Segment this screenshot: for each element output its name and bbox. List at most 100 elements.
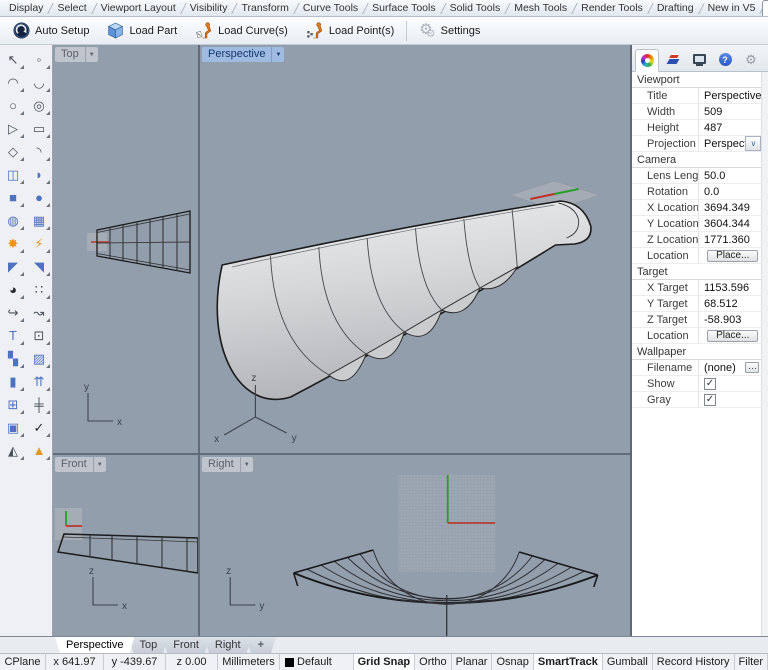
menu-tab[interactable]: Viewport Layout <box>94 0 183 16</box>
auto-setup-button[interactable]: Auto Setup <box>4 19 98 43</box>
select-tool[interactable]: ↖ <box>0 48 26 71</box>
menu-tab[interactable]: Display <box>2 0 50 16</box>
status-toggle[interactable]: SmartTrack <box>534 654 603 670</box>
settings-button[interactable]: ⚙ ⚙ Settings <box>410 19 489 43</box>
load-part-button[interactable]: Load Part <box>98 19 186 43</box>
viewport-top[interactable]: Top ▼ <box>53 45 198 453</box>
viewport-right-menu-arrow[interactable]: ▼ <box>240 457 253 472</box>
projection-dropdown-arrow[interactable]: ∨ <box>745 136 761 151</box>
browse-button[interactable]: … <box>745 362 759 373</box>
viewport-front[interactable]: Front ▼ z x <box>53 455 198 636</box>
boolean-union-tool[interactable]: ◕ <box>0 278 26 301</box>
y-target-value[interactable]: 68.512 <box>698 296 761 311</box>
rotation-value[interactable]: 0.0 <box>698 184 761 199</box>
status-toggle[interactable]: Osnap <box>492 654 533 670</box>
z-location-value[interactable]: 1771.360 <box>698 232 761 247</box>
lens-length-value[interactable]: 50.0 <box>698 168 761 183</box>
array-tool[interactable]: ▨ <box>26 347 52 370</box>
control-point-curve-tool[interactable]: ◡ <box>26 71 52 94</box>
target-place-button[interactable]: Place... <box>707 330 758 342</box>
ellipse-tool[interactable]: ◎ <box>26 94 52 117</box>
mesh-box-tool[interactable]: ▦ <box>26 209 52 232</box>
new-viewport-tab-button[interactable]: + <box>246 637 276 653</box>
units-button[interactable]: Millimeters <box>218 654 280 670</box>
cone-tool[interactable]: ◭ <box>0 439 26 462</box>
viewport-tab[interactable]: Front <box>162 637 210 653</box>
menu-tab[interactable]: Transform <box>234 0 295 16</box>
viewport-top-title[interactable]: Top <box>55 47 85 62</box>
menu-tab[interactable]: Mesh Tools <box>507 0 574 16</box>
viewport-perspective-title[interactable]: Perspective <box>202 47 271 62</box>
y-location-value[interactable]: 3604.344 <box>698 216 761 231</box>
polygon-tool[interactable]: ◇ <box>0 140 26 163</box>
rectangular-array-tool[interactable]: ⊞ <box>0 393 26 416</box>
viewport-right[interactable]: Right ▼ <box>200 455 630 636</box>
menu-tab[interactable]: New in V5 <box>701 0 763 16</box>
viewport-perspective[interactable]: Perspective ▼ <box>200 45 630 453</box>
current-layer-button[interactable]: Default <box>280 654 354 670</box>
status-toggle[interactable]: Ortho <box>415 654 452 670</box>
status-toggle[interactable]: Planar <box>452 654 493 670</box>
menu-tab[interactable]: Select <box>50 0 93 16</box>
menu-tab[interactable]: Surface Tools <box>365 0 442 16</box>
load-curves-button[interactable]: Load Curve(s) <box>186 19 297 43</box>
viewport-tab[interactable]: Right <box>204 637 252 653</box>
load-points-button[interactable]: Load Point(s) <box>297 19 403 43</box>
layers-tab[interactable] <box>661 48 685 71</box>
viewport-front-menu-arrow[interactable]: ▼ <box>93 457 106 472</box>
fillet-curve-tool[interactable]: ↪ <box>0 301 26 324</box>
copy-tool[interactable]: ▣ <box>0 416 26 439</box>
width-value[interactable]: 509 <box>698 104 761 119</box>
viewport-tab[interactable]: Top <box>128 637 168 653</box>
title-value[interactable]: Perspective <box>698 88 761 103</box>
sphere-tool[interactable]: ● <box>26 186 52 209</box>
x-target-value[interactable]: 1153.596 <box>698 280 761 295</box>
point-tool[interactable]: ◦ <box>26 48 52 71</box>
status-toggle[interactable]: Grid Snap <box>354 654 416 670</box>
gray-checkbox[interactable]: ✓ <box>704 394 716 406</box>
cplane-button[interactable]: CPlane <box>0 654 46 670</box>
viewport-perspective-menu-arrow[interactable]: ▼ <box>271 47 284 62</box>
explode-tool[interactable]: ✸ <box>0 232 26 255</box>
viewport-right-title[interactable]: Right <box>202 457 240 472</box>
text-tool[interactable]: T <box>0 324 26 347</box>
status-toggle[interactable]: Filter <box>735 654 768 670</box>
check-tool[interactable]: ✓ <box>26 416 52 439</box>
arc-tool[interactable]: ▷ <box>0 117 26 140</box>
filename-value[interactable]: (none) … <box>698 360 761 375</box>
menu-tab[interactable]: Drafting <box>650 0 701 16</box>
rectangle-tool[interactable]: ▭ <box>26 117 52 140</box>
viewport-top-menu-arrow[interactable]: ▼ <box>85 47 98 62</box>
polyline-tool[interactable]: ◠ <box>0 71 26 94</box>
split-tool[interactable]: ◥ <box>26 255 52 278</box>
show-checkbox[interactable]: ✓ <box>704 378 716 390</box>
surface-from-points-tool[interactable]: ◫ <box>0 163 26 186</box>
z-target-value[interactable]: -58.903 <box>698 312 761 327</box>
panel-scrollbar[interactable] <box>761 72 768 636</box>
linear-array-tool[interactable]: ╪ <box>26 393 52 416</box>
group-tool[interactable]: ▚ <box>0 347 26 370</box>
x-location-value[interactable]: 3694.349 <box>698 200 761 215</box>
torus-tool[interactable]: ◍ <box>0 209 26 232</box>
menu-tab[interactable]: RoboDK <box>762 0 768 16</box>
menu-tab[interactable]: Curve Tools <box>296 0 365 16</box>
viewport-front-title[interactable]: Front <box>55 457 93 472</box>
display-tab[interactable] <box>687 48 711 71</box>
height-value[interactable]: 487 <box>698 120 761 135</box>
menu-tab[interactable]: Visibility <box>183 0 235 16</box>
solid-union-tool[interactable]: ▮ <box>0 370 26 393</box>
properties-tab[interactable] <box>635 49 659 72</box>
help-tab[interactable]: ? <box>713 48 737 71</box>
blast-tool[interactable]: ⚡ <box>26 232 52 255</box>
projection-select[interactable]: Perspecti... ∨ <box>698 136 761 151</box>
menu-tab[interactable]: Solid Tools <box>443 0 508 16</box>
freeform-curve-tool[interactable]: ◝ <box>26 140 52 163</box>
status-toggle[interactable]: Gumball <box>603 654 653 670</box>
camera-place-button[interactable]: Place... <box>707 250 758 262</box>
viewport-tab[interactable]: Perspective <box>55 637 134 653</box>
boolean-difference-tool[interactable]: ∷ <box>26 278 52 301</box>
patch-surface-tool[interactable]: ◗ <box>26 163 52 186</box>
settings-tab[interactable]: ⚙ <box>739 48 763 71</box>
point-edit-tool[interactable]: ⊡ <box>26 324 52 347</box>
trim-tool[interactable]: ◤ <box>0 255 26 278</box>
